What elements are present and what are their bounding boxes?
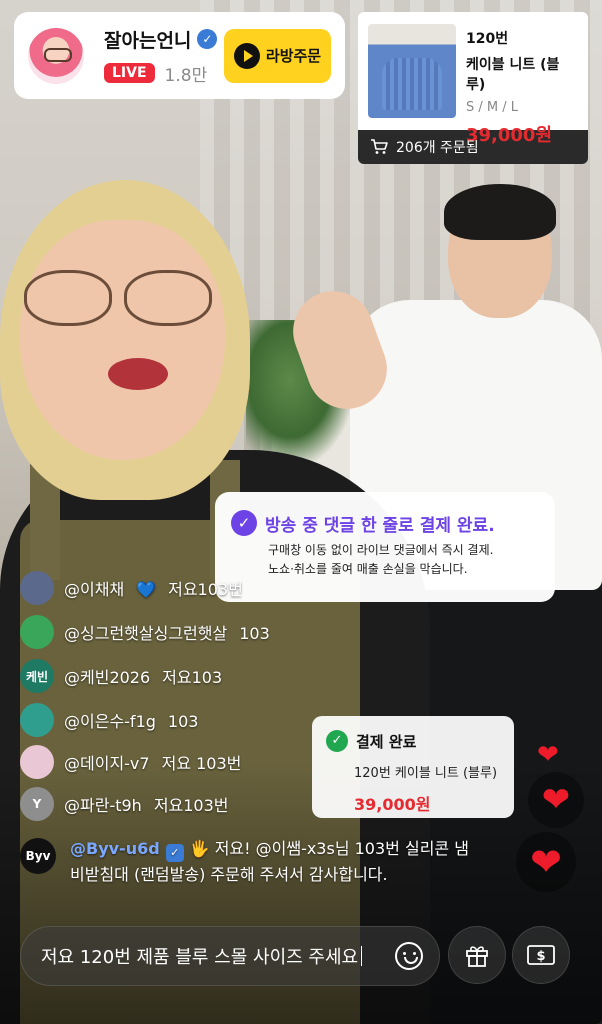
check-icon: ✓ [231,510,257,536]
live-row: LIVE 1.8만 [104,61,217,86]
payment-title-row: ✓ 결제 완료 [326,730,502,752]
mention-content: @Byv-u6d ✓ 🖐 저요! @이쌤-x3s님 103번 실리콘 냄비받침대 (… [70,836,470,888]
chat-message[interactable]: @싱그런햇살싱그런햇살 103 [20,615,270,649]
gift-icon [466,946,488,967]
popup-title: 방송 중 댓글 한 줄로 결제 완료. [265,515,495,536]
chat-username[interactable]: @이은수-f1g [64,712,156,731]
text-cursor [361,946,363,966]
check-icon: ✓ [326,730,348,752]
payment-icon: $ [527,945,555,965]
comment-input[interactable]: 저요 120번 제품 블루 스몰 사이즈 주세요 [20,926,440,986]
product-summary[interactable]: 120번 케이블 니트 (블루) S / M / L 39,000원 [358,12,588,146]
payment-product: 120번 케이블 니트 (블루) [354,766,498,781]
product-name: 케이블 니트 (블루) [466,57,560,93]
heart-icon: 💙 [136,580,157,599]
chat-content: @파란-t9h 저요103번 [64,792,229,816]
viewer-count: 1.8만 [164,65,208,86]
chat-message[interactable]: 케빈 @케빈2026 저요103 [20,659,222,693]
payment-price: 39,000원 [354,795,431,814]
product-number: 120번 [466,31,509,47]
chat-avatar[interactable]: Byv [20,838,56,874]
chat-message[interactable]: @이은수-f1g 103 [20,703,198,737]
chat-username[interactable]: @Byv-u6d [70,839,160,858]
payment-title: 결제 완료 [356,732,417,751]
chat-username[interactable]: @파란-t9h [64,796,142,815]
chat-message[interactable]: @데이지-v7 저요 103번 [20,745,241,779]
chat-content: @이은수-f1g 103 [64,708,198,732]
chat-avatar[interactable]: 케빈 [20,659,54,693]
live-badge: LIVE [104,63,155,83]
chat-text: 103 [239,624,270,643]
chat-content: @데이지-v7 저요 103번 [64,750,241,774]
product-thumbnail[interactable] [368,24,456,118]
play-icon [233,42,260,69]
chat-message[interactable]: Y @파란-t9h 저요103번 [20,787,229,821]
chat-username[interactable]: @케빈2026 [64,668,150,687]
emoji-icon[interactable] [395,942,423,970]
live-order-label: 라방주문 [265,47,322,65]
comment-payment-popup: ✓ 방송 중 댓글 한 줄로 결제 완료. 구매창 이동 없이 라이브 댓글에서… [215,492,555,602]
comment-input-text[interactable]: 저요 120번 제품 블루 스몰 사이즈 주세요 [41,943,395,969]
chat-avatar[interactable] [20,615,54,649]
chat-content: @케빈2026 저요103 [64,664,222,688]
chat-content: @이채채 💙 저요103번 [64,576,243,600]
live-order-button[interactable]: 라방주문 [224,28,331,83]
verified-badge-icon: ✓ [197,29,218,49]
payment-complete-toast: ✓ 결제 완료 120번 케이블 니트 (블루) 39,000원 [312,716,514,818]
popup-title-row: ✓ 방송 중 댓글 한 줄로 결제 완료. [231,510,539,536]
host-man-hair [444,184,556,240]
popup-line-2: 노쇼·취소를 줄여 매출 손실을 막습니다. [268,562,468,576]
streamer-avatar[interactable] [28,27,84,84]
heart-icon: ❤ [516,832,576,892]
chat-content: @싱그런햇살싱그런햇살 103 [64,620,270,644]
chat-username[interactable]: @데이지-v7 [64,754,150,773]
wave-icon: 🖐 [189,839,210,858]
chat-avatar[interactable] [20,571,54,605]
chat-text: 저요 103번 [161,754,242,773]
product-sizes: S / M / L [466,100,518,115]
cart-icon [371,139,388,154]
product-card[interactable]: 120번 케이블 니트 (블루) S / M / L 39,000원 206개 … [358,12,588,164]
streamer-name[interactable]: 잘아는언니 [104,26,191,53]
svg-text:$: $ [536,949,545,964]
chat-username[interactable]: @이채채 [64,580,124,599]
product-price: 39,000원 [466,125,553,146]
host-woman-face [20,220,225,460]
chat-text: 저요103번 [168,580,243,599]
chat-text: 저요103 [162,668,223,687]
chat-text: 103 [167,712,199,731]
host-woman-mouth [108,358,168,390]
heart-icon: ❤ [537,740,559,770]
chat-text: 저요103번 [153,796,229,815]
streamer-info: 잘아는언니 ✓ LIVE 1.8만 [104,26,218,86]
streamer-name-row: 잘아는언니 ✓ [104,26,218,53]
verified-badge-icon: ✓ [165,844,184,862]
chat-message[interactable]: @이채채 💙 저요103번 [20,571,243,605]
streamer-card[interactable]: 잘아는언니 ✓ LIVE 1.8만 라방주문 [14,12,345,99]
product-info: 120번 케이블 니트 (블루) S / M / L 39,000원 [466,24,578,146]
host-woman-glasses [24,270,214,330]
chat-avatar[interactable] [20,745,54,779]
chat-avatar[interactable] [20,703,54,737]
chat-avatar[interactable]: Y [20,787,54,821]
heart-icon: ❤ [528,772,584,828]
gift-button[interactable] [448,926,506,984]
host-mention-message[interactable]: Byv @Byv-u6d ✓ 🖐 저요! @이쌤-x3s님 103번 실리콘 냄비받… [20,836,470,888]
chat-username[interactable]: @싱그런햇살싱그런햇살 [64,624,227,643]
comment-input-value: 저요 120번 제품 블루 스몰 사이즈 주세요 [41,947,359,968]
popup-line-1: 구매창 이동 없이 라이브 댓글에서 즉시 결제. [268,543,494,557]
payment-button[interactable]: $ [512,926,570,984]
product-order-count: 206개 주문됨 [396,140,479,156]
